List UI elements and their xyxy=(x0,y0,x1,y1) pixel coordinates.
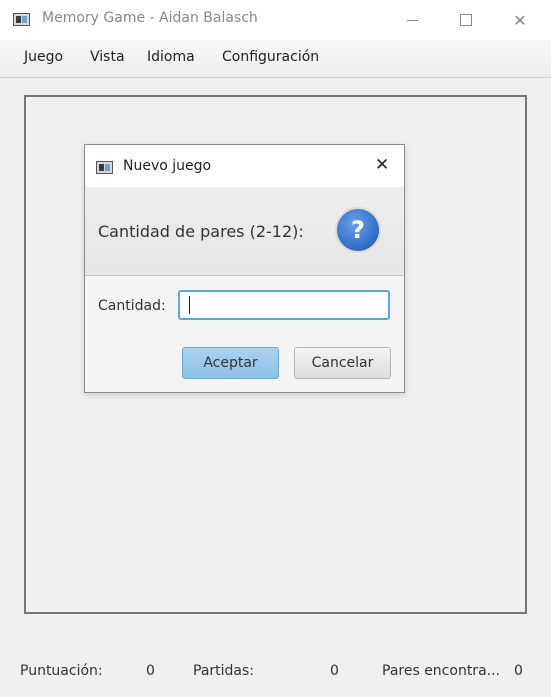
menu-vista[interactable]: Vista xyxy=(90,49,125,65)
accept-button[interactable]: Aceptar xyxy=(182,347,279,379)
dialog-app-icon xyxy=(96,161,113,174)
minimize-button[interactable] xyxy=(389,0,435,40)
menu-juego[interactable]: Juego xyxy=(24,49,63,65)
help-icon: ? xyxy=(335,207,381,253)
pairs-label: Pares encontra... xyxy=(382,663,500,679)
score-value: 0 xyxy=(146,663,155,679)
dialog-close-icon[interactable]: ✕ xyxy=(375,155,389,175)
dialog-titlebar: Nuevo juego ✕ xyxy=(85,145,404,187)
menu-idioma[interactable]: Idioma xyxy=(147,49,195,65)
close-icon: ✕ xyxy=(513,10,527,30)
quantity-label: Cantidad: xyxy=(98,298,166,314)
games-value: 0 xyxy=(330,663,339,679)
text-caret xyxy=(189,296,190,314)
app-icon xyxy=(13,13,30,26)
window-title: Memory Game - Aidan Balasch xyxy=(42,10,258,26)
dialog-title: Nuevo juego xyxy=(123,158,212,174)
cancel-button[interactable]: Cancelar xyxy=(294,347,391,379)
menu-configuracion[interactable]: Configuración xyxy=(222,49,319,65)
pairs-value: 0 xyxy=(514,663,523,679)
minimize-icon xyxy=(406,19,418,21)
dialog-question: Cantidad de pares (2-12): xyxy=(98,222,304,241)
games-label: Partidas: xyxy=(193,663,255,679)
window-titlebar: Memory Game - Aidan Balasch ✕ xyxy=(0,0,551,40)
maximize-button[interactable] xyxy=(443,0,489,40)
new-game-dialog: Nuevo juego ✕ Cantidad de pares (2-12): … xyxy=(84,144,405,393)
quantity-input[interactable] xyxy=(178,290,390,320)
close-window-button[interactable]: ✕ xyxy=(497,0,543,40)
dialog-header: Cantidad de pares (2-12): ? xyxy=(85,187,404,276)
menu-bar: Juego Vista Idioma Configuración xyxy=(0,40,551,78)
score-label: Puntuación: xyxy=(20,663,103,679)
maximize-icon xyxy=(460,14,472,26)
